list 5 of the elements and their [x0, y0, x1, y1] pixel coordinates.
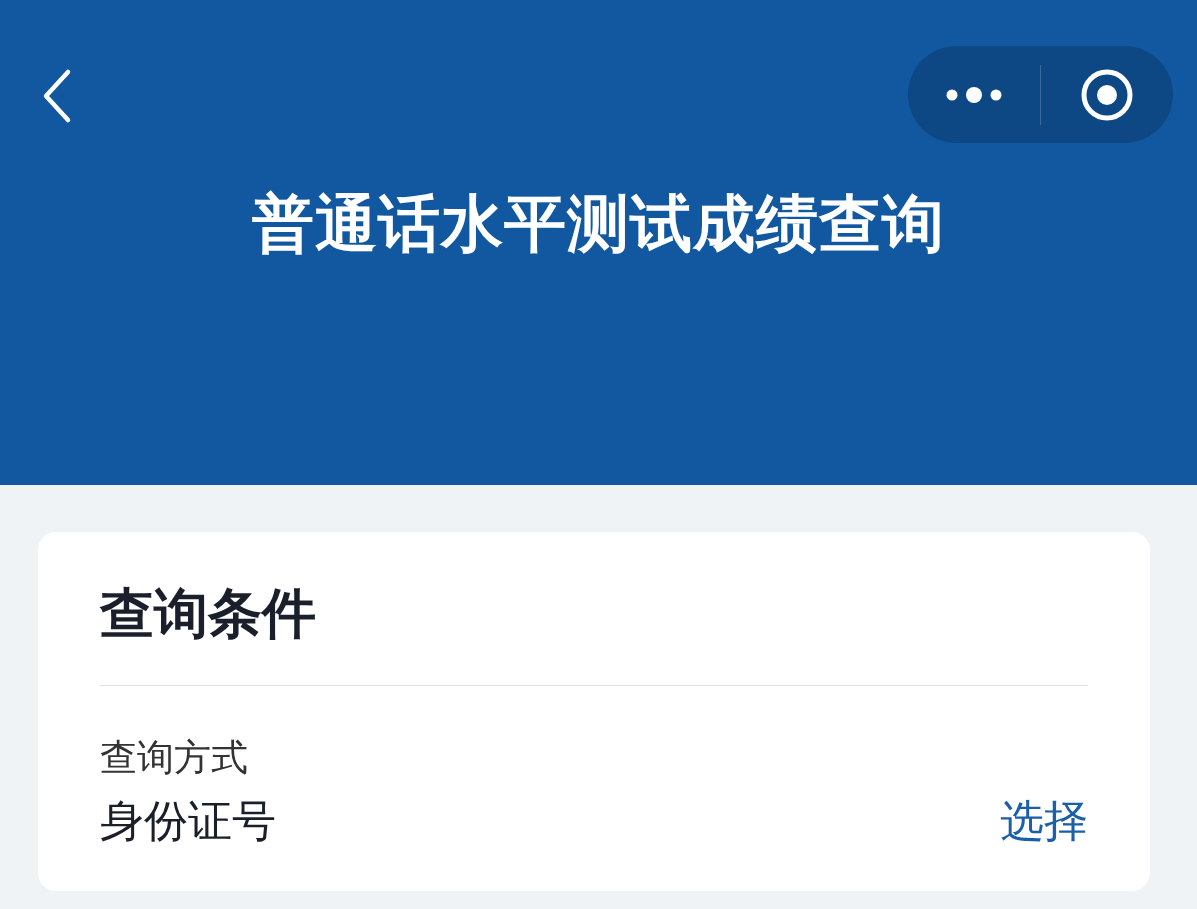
card-title: 查询条件 [100, 582, 317, 647]
select-link[interactable]: 选择 [1000, 792, 1088, 852]
page-title: 普通话水平测试成绩查询 [251, 190, 946, 259]
field-label: 查询方式 [100, 735, 249, 781]
field-value: 身份证号 [100, 794, 276, 849]
